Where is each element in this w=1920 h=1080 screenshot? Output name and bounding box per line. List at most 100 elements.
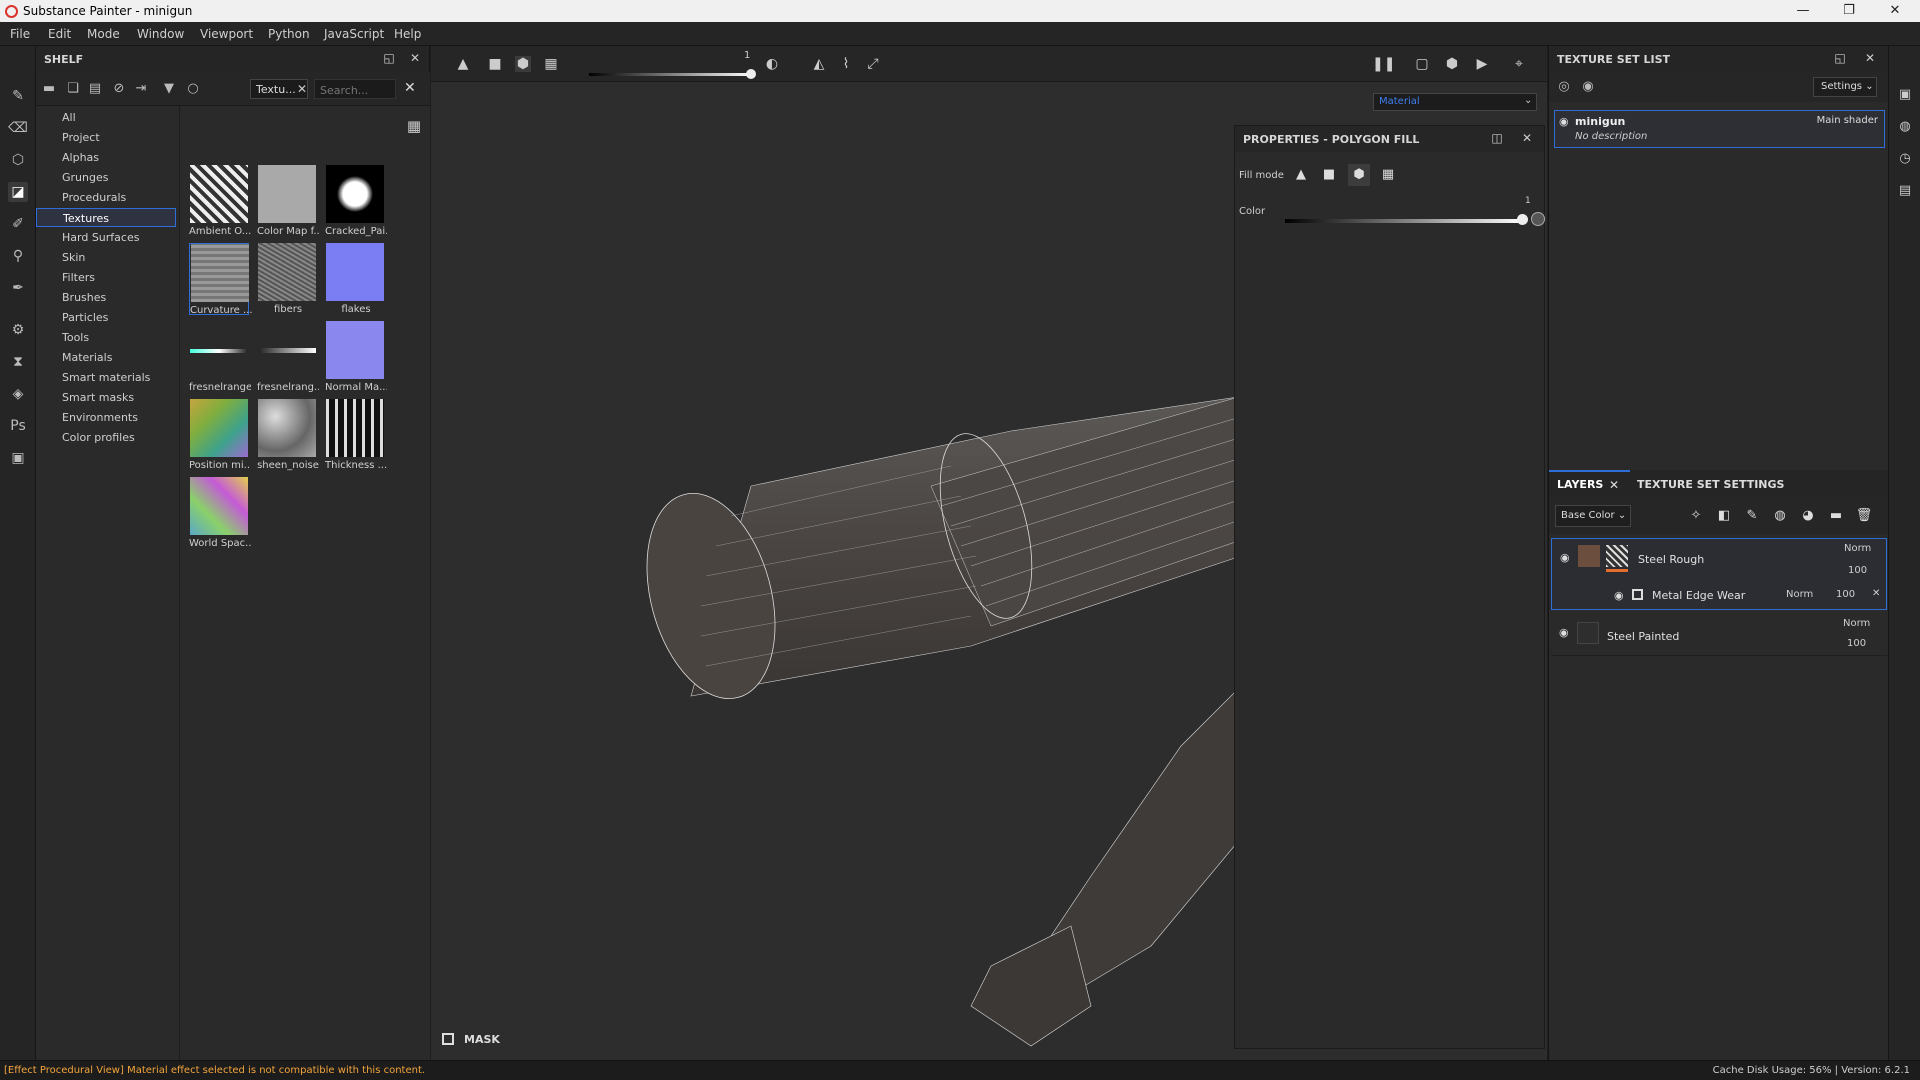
add-fill-layer-icon[interactable]: ◍	[1771, 507, 1789, 525]
texture-set-shader[interactable]: Main shader	[1817, 115, 1878, 126]
close-button[interactable]: ✕	[1872, 0, 1918, 22]
layer-row[interactable]: ◉ Steel Painted Norm 100	[1551, 614, 1887, 656]
shelf-item[interactable]: flakes	[325, 243, 385, 315]
shelf-item[interactable]: Color Map f...	[257, 165, 319, 237]
add-smart-material-icon[interactable]: ◕	[1799, 507, 1817, 525]
float-panel-icon[interactable]: ◱	[1833, 51, 1847, 65]
log-icon[interactable]: ▤	[1896, 182, 1914, 200]
category-materials[interactable]: Materials	[36, 348, 176, 367]
shelf-item[interactable]: Normal Ma...	[325, 321, 387, 393]
menu-file[interactable]: File	[10, 27, 30, 41]
material-mode-dropdown[interactable]: Material ⌄	[1373, 93, 1537, 111]
shelf-item[interactable]: World Spac...	[189, 477, 251, 549]
menu-javascript[interactable]: JavaScript	[324, 27, 384, 41]
category-smart-masks[interactable]: Smart masks	[36, 388, 176, 407]
category-grunges[interactable]: Grunges	[36, 168, 176, 187]
save-icon[interactable]: ▤	[86, 81, 104, 97]
layer-opacity[interactable]: 100	[1847, 638, 1866, 649]
shelf-item[interactable]: fresnelranges	[189, 321, 251, 393]
tab-layers[interactable]: LAYERS	[1557, 478, 1603, 491]
display-settings-icon[interactable]: ◍	[1896, 118, 1914, 136]
filter-icon[interactable]: ▼	[160, 81, 178, 97]
shelf-item[interactable]: fibers	[257, 243, 317, 315]
eye-icon[interactable]: ◉	[1559, 115, 1569, 128]
solo-icon[interactable]: ◎	[1555, 79, 1573, 95]
viewport-slider[interactable]	[589, 73, 753, 76]
shelf-item[interactable]: Thickness ...	[325, 399, 387, 471]
add-paint-layer-icon[interactable]: ✎	[1743, 507, 1761, 525]
category-all[interactable]: All	[36, 108, 176, 127]
color-picker-icon[interactable]: ✒	[8, 278, 28, 298]
effect-close-icon[interactable]: ✕	[1872, 588, 1880, 599]
pause-icon[interactable]: ❚❚	[1372, 56, 1395, 72]
clone-stamp-icon[interactable]: ⚲	[8, 246, 28, 266]
layer-blend-mode[interactable]: Norm	[1844, 543, 1871, 554]
category-environments[interactable]: Environments	[36, 408, 176, 427]
layer-opacity[interactable]: 100	[1848, 565, 1867, 576]
eye-icon[interactable]: ◉	[1560, 551, 1570, 564]
category-procedurals[interactable]: Procedurals	[36, 188, 176, 207]
layer-blend-mode[interactable]: Norm	[1843, 618, 1870, 629]
iray-icon[interactable]: ◈	[8, 384, 28, 404]
menu-python[interactable]: Python	[268, 27, 310, 41]
category-hard-surfaces[interactable]: Hard Surfaces	[36, 228, 176, 247]
import-icon[interactable]: ⇥	[132, 81, 150, 97]
category-filters[interactable]: Filters	[36, 268, 176, 287]
add-mask-icon[interactable]: ◧	[1715, 507, 1733, 525]
layer-group-selected[interactable]: ◉ Steel Rough Norm 100 ◉ Metal Edge Wear…	[1551, 538, 1887, 610]
texture-set-settings-button[interactable]: Settings ⌄	[1813, 77, 1877, 97]
texture-set-row[interactable]: ◉ minigun No description Main shader	[1554, 110, 1885, 148]
visibility-icon[interactable]: ◉	[1579, 79, 1597, 95]
fill-uv-icon[interactable]: ▦	[1377, 164, 1399, 186]
tab-texture-set-settings[interactable]: TEXTURE SET SETTINGS	[1637, 478, 1784, 491]
search-clear-icon[interactable]: ✕	[404, 80, 416, 96]
close-panel-icon[interactable]: ✕	[408, 51, 422, 65]
history-icon[interactable]: ◷	[1896, 150, 1914, 168]
screenshot-camera-icon[interactable]: ⌖	[1511, 56, 1527, 72]
category-particles[interactable]: Particles	[36, 308, 176, 327]
category-tools[interactable]: Tools	[36, 328, 176, 347]
cube-view-icon[interactable]: ⬢	[1444, 56, 1460, 72]
delete-layer-icon[interactable]: 🗑	[1855, 507, 1873, 525]
hide-icon[interactable]: ⊘	[110, 81, 128, 97]
fill-quad-icon[interactable]: ■	[1318, 164, 1340, 186]
polygon-fill-icon[interactable]: ◪	[8, 182, 28, 202]
fill-triangle-icon[interactable]: ▲	[1290, 164, 1312, 186]
float-panel-icon[interactable]: ◱	[382, 51, 396, 65]
fill-object-icon[interactable]: ⬢	[1348, 164, 1370, 186]
photoshop-icon[interactable]: Ps	[8, 416, 28, 436]
shelf-item[interactable]: fresnelrang...	[257, 321, 319, 393]
uv-chunk-fill-icon[interactable]: ▦	[543, 56, 559, 72]
paint-brush-icon[interactable]: ✎	[8, 86, 28, 106]
category-project[interactable]: Project	[36, 128, 176, 147]
viewport-slider-knob[interactable]	[746, 69, 756, 79]
folder-icon[interactable]: ▬	[40, 81, 58, 97]
close-panel-icon[interactable]: ✕	[1863, 51, 1877, 65]
shelf-item[interactable]: Cracked_Pai...	[325, 165, 387, 237]
export-icon[interactable]: ⧗	[8, 352, 28, 372]
circle-filter-icon[interactable]: ○	[184, 81, 202, 97]
tiling-icon[interactable]: ⤢	[865, 56, 881, 72]
camera-video-icon[interactable]: ▶	[1474, 56, 1490, 72]
float-panel-icon[interactable]: ◫	[1490, 131, 1504, 145]
view-mode-icon[interactable]: ▢	[1414, 56, 1430, 72]
shelf-item[interactable]: Curvature ...	[189, 243, 252, 316]
close-panel-icon[interactable]: ✕	[1520, 131, 1534, 145]
menu-help[interactable]: Help	[394, 27, 421, 41]
quad-fill-icon[interactable]: ■	[487, 56, 503, 72]
add-effect-icon[interactable]: ✧	[1687, 507, 1705, 525]
shelf-item[interactable]: Ambient O...	[189, 165, 251, 237]
category-brushes[interactable]: Brushes	[36, 288, 176, 307]
projection-icon[interactable]: ⬡	[8, 150, 28, 170]
category-smart-materials[interactable]: Smart materials	[36, 368, 176, 387]
color-slider[interactable]	[1285, 219, 1523, 223]
category-textures[interactable]: Textures	[36, 208, 176, 227]
object-fill-icon[interactable]: ⬢	[515, 56, 531, 72]
lazy-mouse-icon[interactable]: ⌇	[838, 56, 854, 72]
effect-blend-mode[interactable]: Norm	[1786, 589, 1813, 600]
eye-icon[interactable]: ◉	[1559, 626, 1569, 639]
restore-button[interactable]: ❐	[1826, 0, 1872, 22]
shelf-item[interactable]: sheen_noise	[257, 399, 319, 471]
smudge-icon[interactable]: ✐	[8, 214, 28, 234]
plugin-icon[interactable]: ▣	[8, 448, 28, 468]
